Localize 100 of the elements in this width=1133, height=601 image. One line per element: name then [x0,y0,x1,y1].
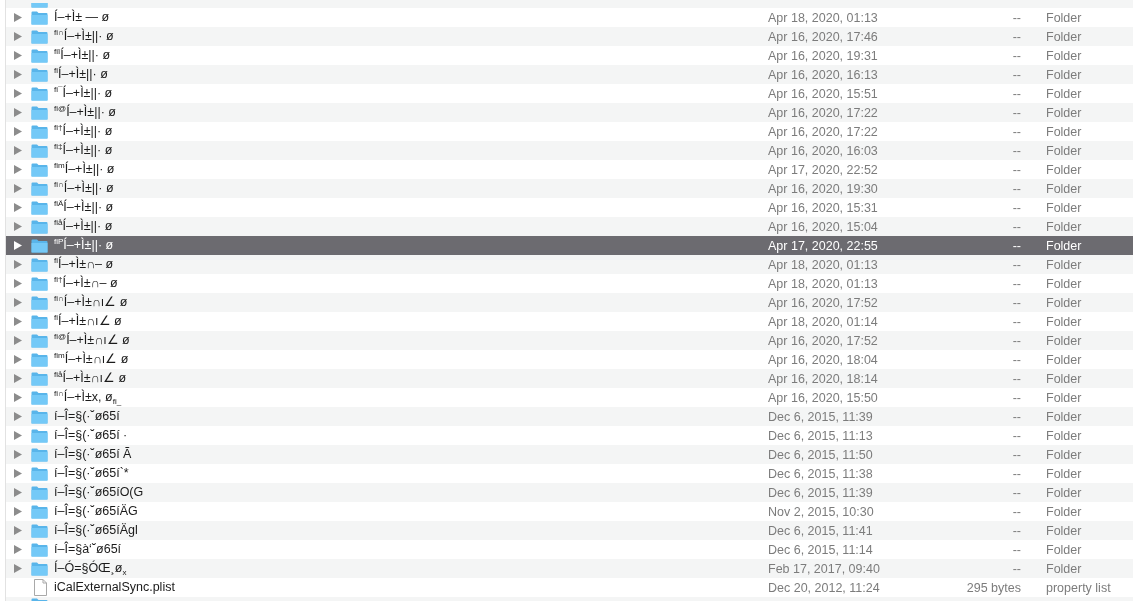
file-size: -- [1012,238,1021,253]
disclosure-triangle-icon[interactable] [14,469,22,478]
file-kind: Folder [1046,295,1082,310]
disclosure-triangle-icon[interactable] [14,127,22,136]
list-row[interactable]: í–Î=§(·˘ø65íO(G Dec 6, 2015, 11:39 -- Folder [6,483,1133,502]
disclosure-triangle-icon[interactable] [14,108,22,117]
date-modified: Apr 17, 2020, 22:55 [768,238,878,253]
disclosure-triangle-icon[interactable] [14,355,22,364]
file-name: í–Î=§(·˘ø65í Ã [54,447,132,462]
disclosure-triangle-icon[interactable] [14,526,22,535]
date-modified: Apr 16, 2020, 18:14 [768,371,878,386]
disclosure-triangle-icon[interactable] [14,374,22,383]
file-name: iCalExternalSync.plist [54,580,175,595]
file-size: -- [1012,105,1021,120]
disclosure-triangle-icon[interactable] [14,13,22,22]
file-name: $^{ﬁ}$Í–+Ì±||· ø [54,67,108,82]
disclosure-triangle-icon[interactable] [14,260,22,269]
disclosure-triangle-icon[interactable] [14,507,22,516]
date-modified: Apr 16, 2020, 17:22 [768,105,878,120]
disclosure-triangle-icon[interactable] [14,450,22,459]
disclosure-triangle-icon[interactable] [14,32,22,41]
date-modified: Apr 16, 2020, 19:30 [768,181,878,196]
disclosure-triangle-icon[interactable] [14,70,22,79]
file-size: -- [1012,143,1021,158]
folder-icon [31,352,48,367]
file-name: $^{ﬁ∩}$Í–+Ì±∩ı∠ ø [54,295,128,310]
file-size: -- [1012,561,1021,576]
list-row[interactable]: í–Î=§(·˘ø65íÄgl Dec 6, 2015, 11:41 -- Folder [6,521,1133,540]
file-kind: Folder [1046,200,1082,215]
folder-icon [31,485,48,500]
folder-icon [31,561,48,576]
disclosure-triangle-icon[interactable] [14,431,22,440]
file-kind: Folder [1046,276,1082,291]
file-kind: Folder [1046,48,1082,63]
folder-icon [31,447,48,462]
list-row[interactable]: $^{ﬁå}$Í–+Ì±∩ı∠ ø Apr 16, 2020, 18:14 -- Folder [6,369,1133,388]
list-row[interactable]: $^{ﬁ‡}$Í–+Ì±||· ø Apr 16, 2020, 16:03 -- Folder [6,141,1133,160]
file-name: Í–+Ì± — ø [54,10,110,25]
file-name: $^{ﬁ†}$Í–+Ì±||· ø [54,124,113,139]
folder-icon [31,333,48,348]
list-row[interactable]: $^{ﬁ∩}$Í–+Ì±||· ø Apr 16, 2020, 17:46 -- Folder [6,27,1133,46]
list-row[interactable]: $^{ﬁ@}$Í–+Ì±||· ø Apr 16, 2020, 17:22 -- Folder [6,103,1133,122]
date-modified: Dec 6, 2015, 11:50 [768,447,873,462]
file-size: -- [1012,86,1021,101]
disclosure-triangle-icon[interactable] [14,241,22,250]
file-name: $^{ﬁå}$Í–+Ì±∩ı∠ ø [54,371,127,386]
list-row[interactable]: $^{ﬁP}$Í–+Ì±||· ø Apr 17, 2020, 22:55 -- Folder [6,236,1133,255]
disclosure-triangle-icon[interactable] [14,279,22,288]
folder-icon [31,542,48,557]
file-size: -- [1012,504,1021,519]
list-row[interactable]: $^{ﬁ∩}$Í–+Ì±||· ø Apr 16, 2020, 19:30 -- Folder [6,179,1133,198]
list-row[interactable]: $^{ﬁ}$Í–+Ì±∩– ø Apr 18, 2020, 01:13 -- Folder [6,255,1133,274]
date-modified: Feb 17, 2017, 09:40 [768,561,880,576]
file-name: $^{ﬁ@}$Í–+Ì±||· ø [54,105,116,120]
file-size: -- [1012,352,1021,367]
file-kind: Folder [1046,86,1082,101]
disclosure-triangle-icon[interactable] [14,393,22,402]
file-name: Í–Ó=§ÓŒ¸ø$_{x}$ [54,561,127,576]
folder-icon [31,238,48,253]
file-name: $^{ﬁ@}$Í–+Ì±∩ı∠ ø [54,333,130,348]
list-row[interactable]: $^{ﬁ∩}$Í–+Ì±∩ı∠ ø Apr 16, 2020, 17:52 -- Folder [6,293,1133,312]
date-modified: Dec 6, 2015, 11:14 [768,542,873,557]
disclosure-triangle-icon[interactable] [14,184,22,193]
list-row[interactable]: $^{ﬁå}$Í–+Ì±||· ø Apr 16, 2020, 15:04 -- Folder [6,217,1133,236]
disclosure-triangle-icon[interactable] [14,412,22,421]
disclosure-triangle-icon[interactable] [14,298,22,307]
file-name: $^{ﬁÄ}$Í–+Ì±||· ø [54,200,114,215]
file-kind: Folder [1046,428,1082,443]
date-modified: Apr 16, 2020, 17:52 [768,333,878,348]
file-size: -- [1012,466,1021,481]
disclosure-triangle-icon[interactable] [14,222,22,231]
disclosure-triangle-icon[interactable] [14,564,22,573]
file-size: -- [1012,485,1021,500]
date-modified: Apr 16, 2020, 18:04 [768,352,878,367]
list-row[interactable]: $^{ﬁ@}$Í–+Ì±∩ı∠ ø Apr 16, 2020, 17:52 -- Folder [6,331,1133,350]
folder-icon [31,371,48,386]
file-kind: Folder [1046,333,1082,348]
file-name: í–Î=§(·˘ø65í [54,409,120,424]
disclosure-triangle-icon[interactable] [14,488,22,497]
list-row[interactable]: $^{ﬁ}$Í–+Ì±||· ø Apr 16, 2020, 16:13 -- Folder [6,65,1133,84]
disclosure-triangle-icon[interactable] [14,545,22,554]
date-modified: Apr 18, 2020, 01:14 [768,314,878,329]
disclosure-triangle-icon[interactable] [14,146,22,155]
date-modified: Nov 2, 2015, 10:30 [768,504,874,519]
disclosure-triangle-icon[interactable] [14,203,22,212]
folder-icon [31,200,48,215]
list-row[interactable]: í–Î=§(·˘ø65í Ã Dec 6, 2015, 11:50 -- Folder [6,445,1133,464]
date-modified: Apr 16, 2020, 15:50 [768,390,878,405]
disclosure-triangle-icon[interactable] [14,51,22,60]
date-modified: Dec 6, 2015, 11:38 [768,466,873,481]
file-size: -- [1012,428,1021,443]
file-kind: Folder [1046,352,1082,367]
list-row[interactable]: Í–Ó=§ÓŒ¸ø$_{x}$ Feb 17, 2017, 09:40 -- Folder [6,559,1133,578]
file-size: -- [1012,371,1021,386]
disclosure-triangle-icon[interactable] [14,165,22,174]
disclosure-triangle-icon[interactable] [14,89,22,98]
date-modified: Apr 16, 2020, 17:46 [768,29,878,44]
disclosure-triangle-icon[interactable] [14,336,22,345]
list-row[interactable]: í–Î=§(·˘ø65í Dec 6, 2015, 11:39 -- Folder [6,407,1133,426]
disclosure-triangle-icon[interactable] [14,317,22,326]
